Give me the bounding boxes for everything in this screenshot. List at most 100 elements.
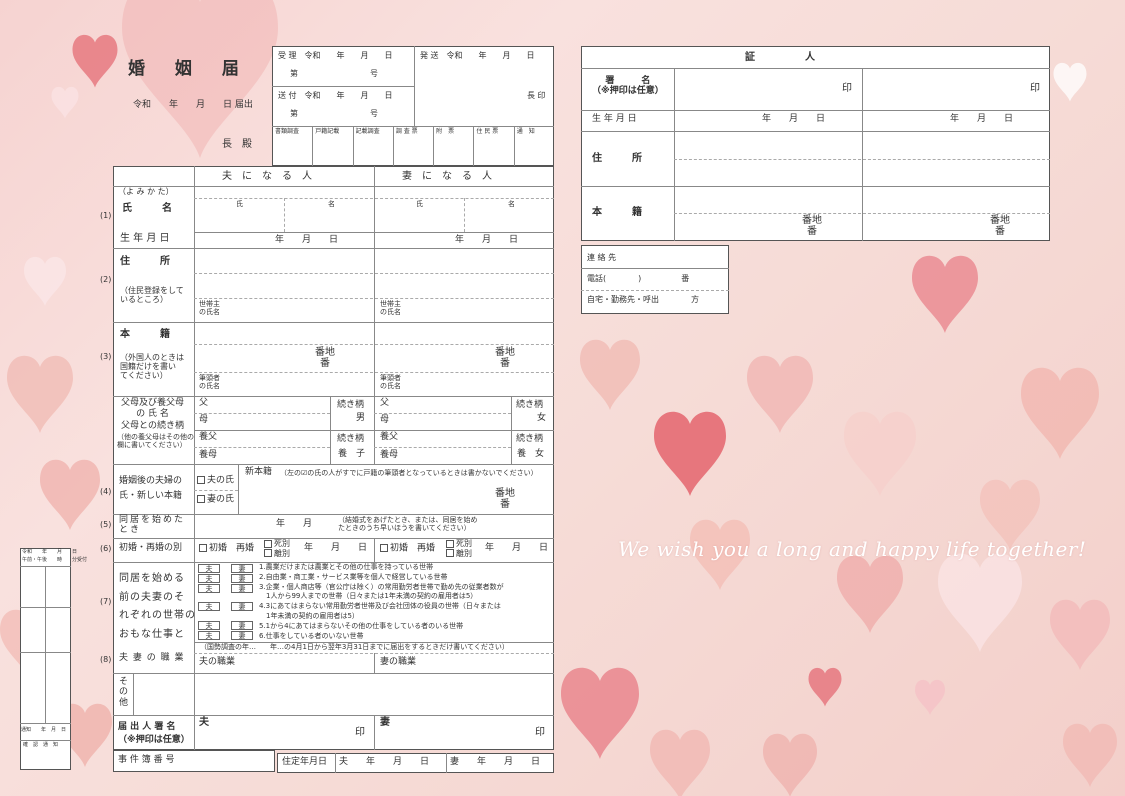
husband-adopt-father[interactable]: 養父 — [199, 432, 217, 443]
receipt-send[interactable]: 送 付 令和 年 月 日 — [278, 91, 393, 101]
wife-adopt-mother[interactable]: 養母 — [380, 450, 398, 461]
witness1-seal[interactable]: 印 — [842, 83, 852, 94]
work-item: 1.農業だけまたは農業とその他の仕事を持っている世帯 — [259, 563, 434, 571]
other-label: そ の 他 — [119, 677, 129, 708]
honseki-label: 本 籍 — [120, 329, 170, 340]
row-number: (2) — [100, 275, 112, 284]
receipt-send-no[interactable]: 第 号 — [290, 109, 378, 119]
cohabit-date[interactable]: 年 月 — [276, 519, 312, 530]
husband-adopt-relation: 続き柄 — [337, 434, 365, 444]
wife-signature-label: 妻 — [380, 717, 390, 728]
wife-residence-date[interactable]: 妻 年 月 日 — [450, 757, 540, 768]
receipt-chief-seal: 長 印 — [527, 91, 546, 100]
husband-mother[interactable]: 母 — [199, 415, 208, 426]
wife-work-checkbox[interactable]: 妻 — [231, 564, 253, 573]
husband-marriage-type[interactable]: 初婚 再婚 — [199, 544, 254, 554]
husband-surname-check[interactable]: 夫の氏 — [197, 476, 234, 486]
wife-header: 妻 に な る 人 — [402, 171, 492, 182]
witness1-banchi: 番地 番 — [802, 215, 822, 237]
husband-re-reason[interactable]: 死別 離別 — [264, 539, 290, 558]
signer-label: 届 出 人 署 名 （※押印は任意） — [118, 722, 190, 745]
contact-label: 連 絡 先 — [587, 253, 617, 262]
husband-seal[interactable]: 印 — [355, 727, 365, 738]
wife-surname-check[interactable]: 妻の氏 — [197, 495, 234, 505]
husband-work-checkbox[interactable]: 夫 — [198, 574, 220, 583]
wife-relation: 続き柄 — [516, 400, 544, 410]
wife-work-checkbox[interactable]: 妻 — [231, 602, 253, 611]
occupation-label: 夫 妻 の 職 業 — [119, 653, 185, 663]
wife-work-checkbox[interactable]: 妻 — [231, 574, 253, 583]
residence-date-label: 住定年月日 — [282, 757, 328, 767]
wife-work-checkbox[interactable]: 妻 — [231, 631, 253, 640]
work-label: 同居を始める 前の夫妻のそ れぞれの世帯の おもな仕事と — [119, 573, 196, 640]
husband-work-checkbox[interactable]: 夫 — [198, 631, 220, 640]
receipt-receive-no[interactable]: 第 号 — [290, 69, 378, 79]
wife-work-checkbox[interactable]: 妻 — [231, 584, 253, 593]
wife-mother[interactable]: 母 — [380, 415, 389, 426]
wife-banchi: 番地 番 — [495, 347, 515, 369]
slogan: We wish you a long and happy life togeth… — [618, 537, 1087, 561]
husband-work-checkbox[interactable]: 夫 — [198, 621, 220, 630]
census-note: （国勢調査の年… 年…の4月1日から翌年3月31日までに届出をするときだけ書いて… — [200, 643, 509, 651]
witness2-seal[interactable]: 印 — [1030, 83, 1040, 94]
new-honseki-note: （左の☑の氏の人がすでに戸籍の筆頭者となっているときは書かないでください） — [280, 469, 538, 477]
husband-job[interactable]: 夫の職業 — [199, 657, 235, 668]
husband-work-checkbox[interactable]: 夫 — [198, 564, 220, 573]
husband-work-checkbox[interactable]: 夫 — [198, 584, 220, 593]
submission-date[interactable]: 令和 年 月 日 届出 — [133, 100, 253, 111]
husband-son: 男 — [356, 413, 366, 423]
witness2-banchi: 番地 番 — [990, 215, 1010, 237]
wife-marriage-date[interactable]: 年 月 日 — [485, 543, 548, 554]
work-item: 1年未満の契約の雇用者は5） — [259, 612, 359, 620]
receipt-column-3: 調 査 票 — [395, 128, 418, 135]
wife-seal[interactable]: 印 — [535, 727, 545, 738]
wife-marriage-type[interactable]: 初婚 再婚 — [380, 544, 435, 554]
husband-adopt-mother[interactable]: 養母 — [199, 450, 217, 461]
new-honseki-label: 新本籍 — [245, 467, 273, 477]
witness1-birth[interactable]: 年 月 日 — [762, 114, 825, 125]
husband-mei: 名 — [328, 200, 335, 208]
name-label: 氏 名 — [122, 203, 172, 214]
row-number: (6) — [100, 544, 112, 553]
row-number: (3) — [100, 352, 112, 361]
husband-relation: 続き柄 — [337, 400, 365, 410]
contact-phone[interactable]: 電話( ) 番 — [587, 274, 689, 284]
marriage-type-label: 初婚・再婚の別 — [119, 543, 183, 553]
wife-father[interactable]: 父 — [380, 398, 389, 409]
receipt-dispatch[interactable]: 発 送 令和 年 月 日 — [420, 51, 535, 61]
husband-birth[interactable]: 年 月 日 — [275, 235, 338, 246]
husband-marriage-date[interactable]: 年 月 日 — [304, 543, 367, 554]
new-surname-label: 婚姻後の夫婦の 氏・新しい本籍 — [119, 476, 183, 502]
receipt-column-1: 戸籍記載 — [315, 128, 340, 135]
cohabit-note: （結婚式をあげたとき、または、同居を始め たときのうち早いほうを書いてください） — [338, 516, 478, 532]
work-item: 2.自由業・商工業・サービス業等を個人で経営している世帯 — [259, 572, 448, 581]
wife-hittousha: 筆頭者 の氏名 — [380, 374, 401, 390]
addressee[interactable]: 長 殿 — [222, 139, 252, 150]
wife-adopt-father[interactable]: 養父 — [380, 432, 398, 443]
row-number: (1) — [100, 211, 112, 220]
wife-householder: 世帯主 の氏名 — [380, 300, 401, 316]
wife-adopt-relation: 続き柄 — [516, 434, 544, 444]
row-number: (8) — [100, 655, 112, 664]
work-item: 1人から99人までの世帯（日々または1年未満の契約の雇用者は5） — [259, 592, 478, 601]
wife-adopt-daughter: 養 女 — [517, 449, 545, 459]
husband-work-checkbox[interactable]: 夫 — [198, 602, 220, 611]
wife-job[interactable]: 妻の職業 — [380, 657, 416, 668]
address-label: 住 所 — [120, 256, 170, 267]
witness-header: 証 人 — [745, 52, 815, 63]
husband-residence-date[interactable]: 夫 年 月 日 — [339, 757, 429, 768]
husband-householder: 世帯主 の氏名 — [199, 300, 220, 316]
wife-mei: 名 — [508, 200, 515, 208]
husband-father[interactable]: 父 — [199, 398, 208, 409]
birth-label: 生 年 月 日 — [120, 233, 170, 244]
wife-sei: 氏 — [416, 200, 423, 208]
form-title: 婚 姻 届 — [128, 59, 251, 79]
witness-sign-label: 署 名 （※押印は任意） — [592, 76, 664, 96]
receipt-receive[interactable]: 受 理 令和 年 月 日 — [278, 51, 393, 61]
parents-label: 父母及び養父母 の 氏 名 父母との続き柄 — [121, 398, 185, 431]
wife-re-reason[interactable]: 死別 離別 — [446, 539, 472, 558]
contact-place[interactable]: 自宅・勤務先・呼出 方 — [587, 295, 699, 305]
wife-birth[interactable]: 年 月 日 — [455, 235, 518, 246]
wife-work-checkbox[interactable]: 妻 — [231, 621, 253, 630]
witness2-birth[interactable]: 年 月 日 — [950, 114, 1013, 125]
